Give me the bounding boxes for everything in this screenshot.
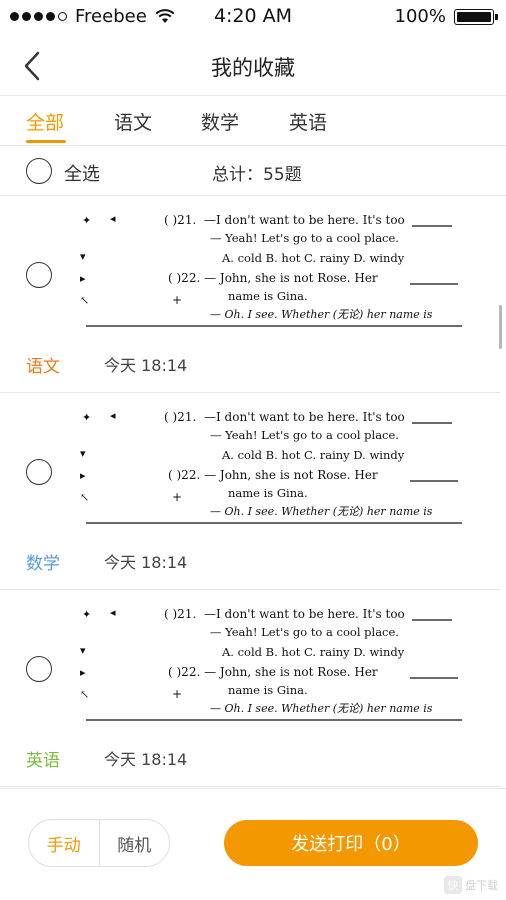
margin-mark: ↖ [80,294,89,307]
question-line: —I don't want to be here. It's too [204,607,405,621]
random-mode-button[interactable]: 随机 [98,820,170,866]
question-image[interactable]: ✦ ◂ ▾ ▸ ↖ + ( )21. —I don't want to be here. It… [76,598,468,722]
list-item[interactable]: ✦ ◂ ▾ ▸ ↖ + ( )21. —I don't want to be here. It… [0,196,500,393]
margin-mark: ▾ [80,447,86,460]
question-options: A. cold B. hot C. rainy D. windy [221,448,405,462]
mode-toggle: 手动 随机 [28,819,170,867]
select-all-label[interactable]: 全选 [64,160,100,186]
watermark: 快 盘下载 [444,876,498,894]
send-print-button[interactable]: 发送打印（0） [224,820,478,866]
question-number: ( )21. [164,213,196,227]
status-right: 100% [394,6,498,27]
question-line: name is Gina. [228,683,308,697]
question-line: name is Gina. [228,486,308,500]
select-all-radio[interactable] [26,158,52,184]
question-line: ( )22. — John, she is not Rose. Her [168,665,378,679]
question-options: A. cold B. hot C. rainy D. windy [221,645,405,659]
margin-mark: ↖ [80,491,89,504]
margin-mark: ▸ [80,469,86,482]
question-line: — Yeah! Let's go to a cool place. [210,231,399,245]
subject-tag: 数学 [26,554,60,574]
question-line: ( )22. — John, she is not Rose. Her [168,271,378,285]
subject-tag: 英语 [26,751,60,771]
watermark-text: 盘下载 [465,879,498,892]
margin-mark: + [172,687,182,701]
saved-time: 今天 18:14 [104,553,188,572]
margin-mark: ▸ [80,272,86,285]
tab-chinese[interactable]: 语文 [114,108,152,135]
nav-bar: 我的收藏 [0,34,506,96]
margin-mark: + [172,490,182,504]
page-title: 我的收藏 [211,56,295,80]
bottom-bar: 手动 随机 发送打印（0） 快 盘下载 [0,788,506,900]
margin-mark: ▸ [80,666,86,679]
margin-mark: ▾ [80,644,86,657]
margin-mark: ◂ [110,409,116,422]
battery-icon [454,8,498,25]
question-image[interactable]: ✦ ◂ ▾ ▸ ↖ + ( )21. —I don't want to be here. It… [76,401,468,525]
item-radio[interactable] [26,262,52,288]
question-line: — Oh. I see. Whether (无论) her name is [210,702,433,715]
question-number: ( )21. [164,607,196,621]
total-count: 总计：55题 [212,165,302,185]
margin-mark: ✦ [82,214,91,227]
question-number: ( )21. [164,410,196,424]
saved-time: 今天 18:14 [104,356,188,375]
item-radio[interactable] [26,459,52,485]
tab-math[interactable]: 数学 [201,108,239,135]
active-tab-indicator [26,140,66,143]
margin-mark: ✦ [82,411,91,424]
question-line: —I don't want to be here. It's too [204,213,405,227]
scrollbar[interactable] [499,305,502,349]
subject-tag: 语文 [26,357,60,377]
question-image[interactable]: ✦ ◂ ▾ ▸ ↖ + ( )21. —I don't want to be here. It… [76,204,468,328]
margin-mark: ▾ [80,250,86,263]
battery-percent: 100% [394,6,446,27]
watermark-logo: 快 [444,876,462,894]
margin-mark: ◂ [110,212,116,225]
question-line: — Oh. I see. Whether (无论) her name is [210,308,433,321]
margin-mark: ↖ [80,688,89,701]
tab-all[interactable]: 全部 [26,108,64,135]
question-line: ( )22. — John, she is not Rose. Her [168,468,378,482]
item-radio[interactable] [26,656,52,682]
margin-mark: ◂ [110,606,116,619]
question-options: A. cold B. hot C. rainy D. windy [221,251,405,265]
tab-english[interactable]: 英语 [289,108,327,135]
list-item[interactable]: ✦ ◂ ▾ ▸ ↖ + ( )21. —I don't want to be here. It… [0,393,500,590]
question-line: — Yeah! Let's go to a cool place. [210,428,399,442]
list-item[interactable]: ✦ ◂ ▾ ▸ ↖ + ( )21. —I don't want to be here. It… [0,590,500,787]
margin-mark: ✦ [82,608,91,621]
margin-mark: + [172,293,182,307]
question-line: — Yeah! Let's go to a cool place. [210,625,399,639]
question-line: —I don't want to be here. It's too [204,410,405,424]
saved-time: 今天 18:14 [104,750,188,769]
favorites-list: ✦ ◂ ▾ ▸ ↖ + ( )21. —I don't want to be here. It… [0,196,506,788]
subject-tabs: 全部 语文 数学 英语 [0,96,506,146]
select-all-row: 全选 总计：55题 [0,146,506,196]
question-line: name is Gina. [228,289,308,303]
manual-mode-button[interactable]: 手动 [29,820,99,866]
status-bar: Freebee 4:20 AM 100% [0,0,506,34]
question-line: — Oh. I see. Whether (无论) her name is [210,505,433,518]
